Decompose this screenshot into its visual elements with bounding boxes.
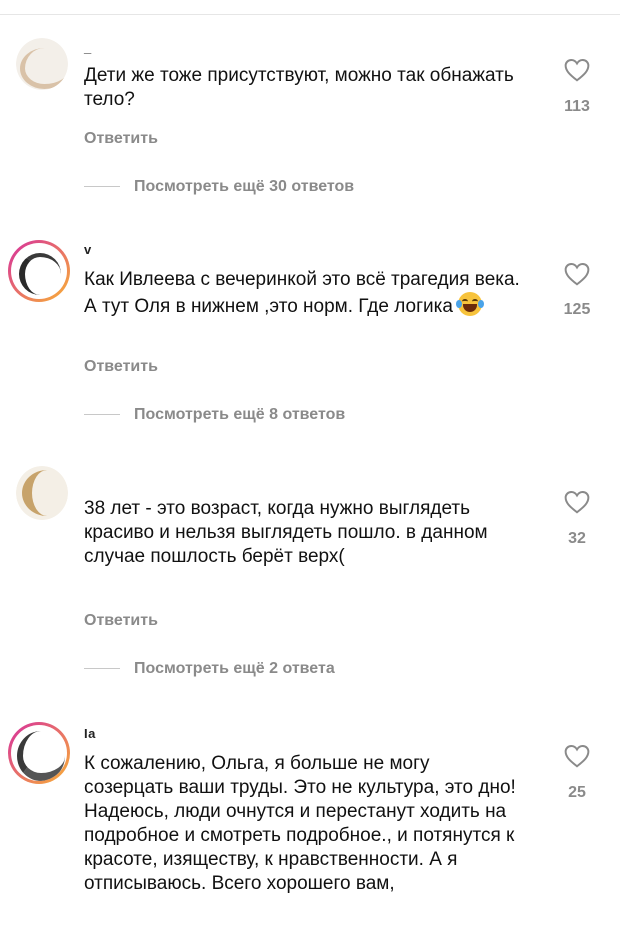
like-count: 125	[563, 301, 591, 318]
like-count: 25	[568, 784, 586, 801]
heart-outline-icon	[564, 263, 590, 286]
heart-outline-icon	[564, 745, 590, 768]
view-more-replies-label: Посмотреть ещё 8 ответов	[134, 406, 346, 423]
reply-button[interactable]: Ответить	[84, 612, 158, 630]
comment-text: Дети же тоже присутствуют, можно так обн…	[84, 65, 514, 110]
view-more-replies[interactable]: Посмотреть ещё 2 ответа	[84, 660, 335, 678]
heart-outline-icon	[564, 491, 590, 514]
comment-username[interactable]: v	[84, 242, 92, 257]
heart-outline-icon	[564, 59, 590, 82]
like-count: 113	[564, 98, 590, 115]
replies-divider	[84, 414, 120, 416]
view-more-replies-label: Посмотреть ещё 2 ответа	[134, 660, 335, 677]
like-count: 32	[568, 530, 586, 547]
like-button[interactable]	[560, 58, 594, 82]
view-more-replies-label: Посмотреть ещё 30 ответов	[134, 178, 355, 195]
laughing-tears-emoji-icon	[456, 292, 485, 316]
avatar[interactable]	[8, 722, 70, 784]
view-more-replies[interactable]: Посмотреть ещё 30 ответов	[84, 178, 354, 196]
avatar[interactable]	[8, 240, 70, 302]
comment-username[interactable]: _	[84, 40, 92, 55]
replies-divider	[84, 186, 120, 188]
comment-text: Как Ивлеева с вечеринкой это всё трагеди…	[84, 268, 524, 319]
like-button[interactable]	[560, 744, 594, 768]
avatar[interactable]	[16, 466, 68, 520]
reply-button[interactable]: Ответить	[84, 358, 158, 376]
comment-text: К сожалению, Ольга, я больше не могу соз…	[84, 753, 516, 894]
comment-text-body: Как Ивлеева с вечеринкой это всё трагеди…	[84, 269, 520, 317]
top-divider	[0, 14, 620, 15]
reply-button[interactable]: Ответить	[84, 130, 158, 148]
avatar[interactable]	[16, 38, 68, 90]
replies-divider	[84, 668, 120, 670]
like-button[interactable]	[560, 490, 594, 514]
comment-text: 38 лет - это возраст, когда нужно выгляд…	[84, 498, 488, 567]
view-more-replies[interactable]: Посмотреть ещё 8 ответов	[84, 406, 345, 424]
comment-username[interactable]: Ia	[84, 726, 96, 741]
like-button[interactable]	[560, 262, 594, 286]
